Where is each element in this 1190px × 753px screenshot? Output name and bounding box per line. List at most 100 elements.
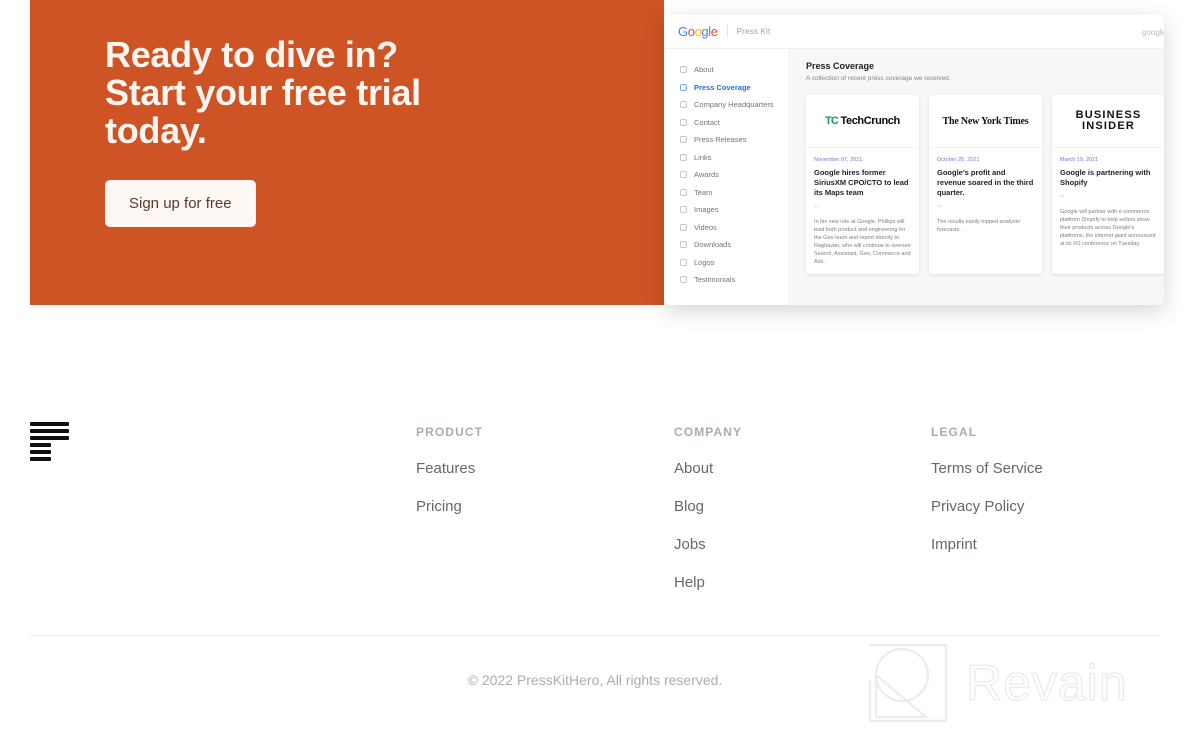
play-icon <box>680 223 687 231</box>
footer-link-help[interactable]: Help <box>674 574 742 591</box>
page-root: Ready to dive in? Start your free trial … <box>0 0 1190 753</box>
press-card-date: March 19, 2021 <box>1060 157 1099 163</box>
newspaper-icon <box>680 83 687 91</box>
sidebar-item-company-headquarters[interactable]: Company Headquarters <box>680 96 789 113</box>
quote-mark-icon: ” <box>937 204 942 215</box>
content-heading: Press Coverage <box>806 61 875 71</box>
mail-icon <box>680 118 687 126</box>
sidebar-item-downloads[interactable]: Downloads <box>680 236 789 253</box>
app-screenshot-panel: Google Press Kit google About Press Cove… <box>664 15 1164 305</box>
sidebar-item-about[interactable]: About <box>680 61 789 78</box>
outlet-logo: The New York Times <box>929 95 1042 148</box>
sidebar-label: Images <box>694 205 719 214</box>
footer-column-heading: LEGAL <box>931 425 978 439</box>
sidebar-label: Contact <box>694 117 720 127</box>
footer-link-blog[interactable]: Blog <box>674 498 742 515</box>
sidebar-label: About <box>694 65 714 74</box>
footer-divider <box>30 635 1160 636</box>
sidebar-item-logos[interactable]: Logos <box>680 254 789 271</box>
footer-column-company: COMPANY About Blog Jobs Help <box>674 425 742 591</box>
press-card-quote: Google will partner with e-commerce plat… <box>1060 209 1156 247</box>
sidebar-item-press-releases[interactable]: Press Releases <box>680 131 789 148</box>
press-card[interactable]: TC TechCrunch November 07, 2021 Google h… <box>806 95 919 274</box>
topbar-divider <box>726 25 728 38</box>
quote-mark-icon: ” <box>1060 194 1065 205</box>
hero-content: Ready to dive in? Start your free trial … <box>105 36 625 227</box>
trophy-icon <box>680 171 687 178</box>
sidebar-item-images[interactable]: Images <box>680 201 789 218</box>
footer-link-features[interactable]: Features <box>416 460 483 477</box>
footer-link-about[interactable]: About <box>674 460 742 477</box>
sidebar-label: Press Coverage <box>694 82 751 92</box>
sidebar-item-contact[interactable]: Contact <box>680 114 789 131</box>
building-icon <box>680 101 687 108</box>
footer-link-pricing[interactable]: Pricing <box>416 498 483 515</box>
app-topbar: Google Press Kit google <box>664 15 1164 49</box>
footer-columns: PRODUCT Features Pricing COMPANY About B… <box>0 400 1190 688</box>
sidebar-item-press-coverage[interactable]: Press Coverage <box>680 79 789 96</box>
outlet-logo: BUSINESS INSIDER <box>1052 95 1164 148</box>
footer-link-jobs[interactable]: Jobs <box>674 536 742 553</box>
app-sidebar: About Press Coverage Company Headquarter… <box>664 49 790 305</box>
logo-icon <box>680 258 687 266</box>
quote-mark-icon: ” <box>814 204 819 215</box>
press-card-body: October 26, 2021 Google's profit and rev… <box>929 148 1042 242</box>
sidebar-item-links[interactable]: Links <box>680 149 789 166</box>
press-card[interactable]: The New York Times October 26, 2021 Goog… <box>929 95 1042 274</box>
footer-column-heading: COMPANY <box>674 425 743 439</box>
logo-bar <box>30 422 69 426</box>
sidebar-label: Testimonials <box>694 275 736 284</box>
sidebar-item-awards[interactable]: Awards <box>680 166 789 183</box>
presskithero-logo[interactable] <box>30 422 70 464</box>
info-icon <box>680 66 687 73</box>
sidebar-item-videos[interactable]: Videos <box>680 219 789 236</box>
quote-icon <box>680 276 687 283</box>
footer-link-terms-of-service[interactable]: Terms of Service <box>931 460 1043 477</box>
press-card-list: TC TechCrunch November 07, 2021 Google h… <box>806 95 1164 274</box>
footer-link-privacy-policy[interactable]: Privacy Policy <box>931 498 1043 515</box>
logo-bar <box>30 443 51 447</box>
footer-link-imprint[interactable]: Imprint <box>931 536 1043 553</box>
sidebar-label: Downloads <box>694 240 732 249</box>
document-icon <box>680 136 687 143</box>
sidebar-label: Company Headquarters <box>694 100 774 109</box>
sidebar-label: Links <box>694 152 712 162</box>
revain-logo-icon <box>868 643 948 723</box>
link-icon <box>680 153 687 161</box>
sidebar-label: Team <box>694 187 713 197</box>
outlet-logo: TC TechCrunch <box>806 95 919 148</box>
hero-headline: Ready to dive in? Start your free trial … <box>105 34 421 151</box>
sidebar-label: Logos <box>694 257 715 267</box>
footer-column-product: PRODUCT Features Pricing <box>416 425 483 515</box>
nytimes-logo: The New York Times <box>942 115 1029 127</box>
download-icon <box>680 241 687 248</box>
techcrunch-logo: TC TechCrunch <box>825 115 900 127</box>
sidebar-item-testimonials[interactable]: Testimonials <box>680 271 789 288</box>
footer-column-legal: LEGAL Terms of Service Privacy Policy Im… <box>931 425 1043 553</box>
hero-section: Ready to dive in? Start your free trial … <box>0 0 1190 320</box>
logo-bar <box>30 436 69 440</box>
sidebar-label: Videos <box>694 222 717 232</box>
content-subheading: A collection of recent press coverage we… <box>806 75 951 82</box>
press-card-body: November 07, 2021 Google hires former Si… <box>806 148 919 274</box>
logo-bar <box>30 429 69 433</box>
image-icon <box>680 206 687 213</box>
app-page-label: Press Kit <box>736 27 771 36</box>
press-card-title: Google's profit and revenue soared in th… <box>937 168 1034 197</box>
business-insider-logo: BUSINESS INSIDER <box>1075 109 1142 132</box>
site-footer: PRODUCT Features Pricing COMPANY About B… <box>0 400 1190 688</box>
signup-free-button[interactable]: Sign up for free <box>105 180 256 227</box>
app-main-content: Press Coverage A collection of recent pr… <box>790 49 1164 305</box>
footer-column-heading: PRODUCT <box>416 425 484 439</box>
logo-bar <box>30 457 51 461</box>
revain-wordmark: Revain <box>965 654 1128 711</box>
press-card-title: Google hires former SiriusXM CPO/CTO to … <box>814 168 909 197</box>
users-icon <box>680 188 687 196</box>
sidebar-item-team[interactable]: Team <box>680 184 789 201</box>
sidebar-label: Awards <box>694 170 719 179</box>
revain-watermark: Revain <box>866 641 1128 725</box>
press-card-quote: In his new role at Google, Phillips will… <box>814 219 911 265</box>
press-card[interactable]: BUSINESS INSIDER March 19, 2021 Google i… <box>1052 95 1164 274</box>
press-card-body: March 19, 2021 Google is partnering with… <box>1052 148 1164 256</box>
app-topbar-right-label: google <box>1141 28 1164 37</box>
